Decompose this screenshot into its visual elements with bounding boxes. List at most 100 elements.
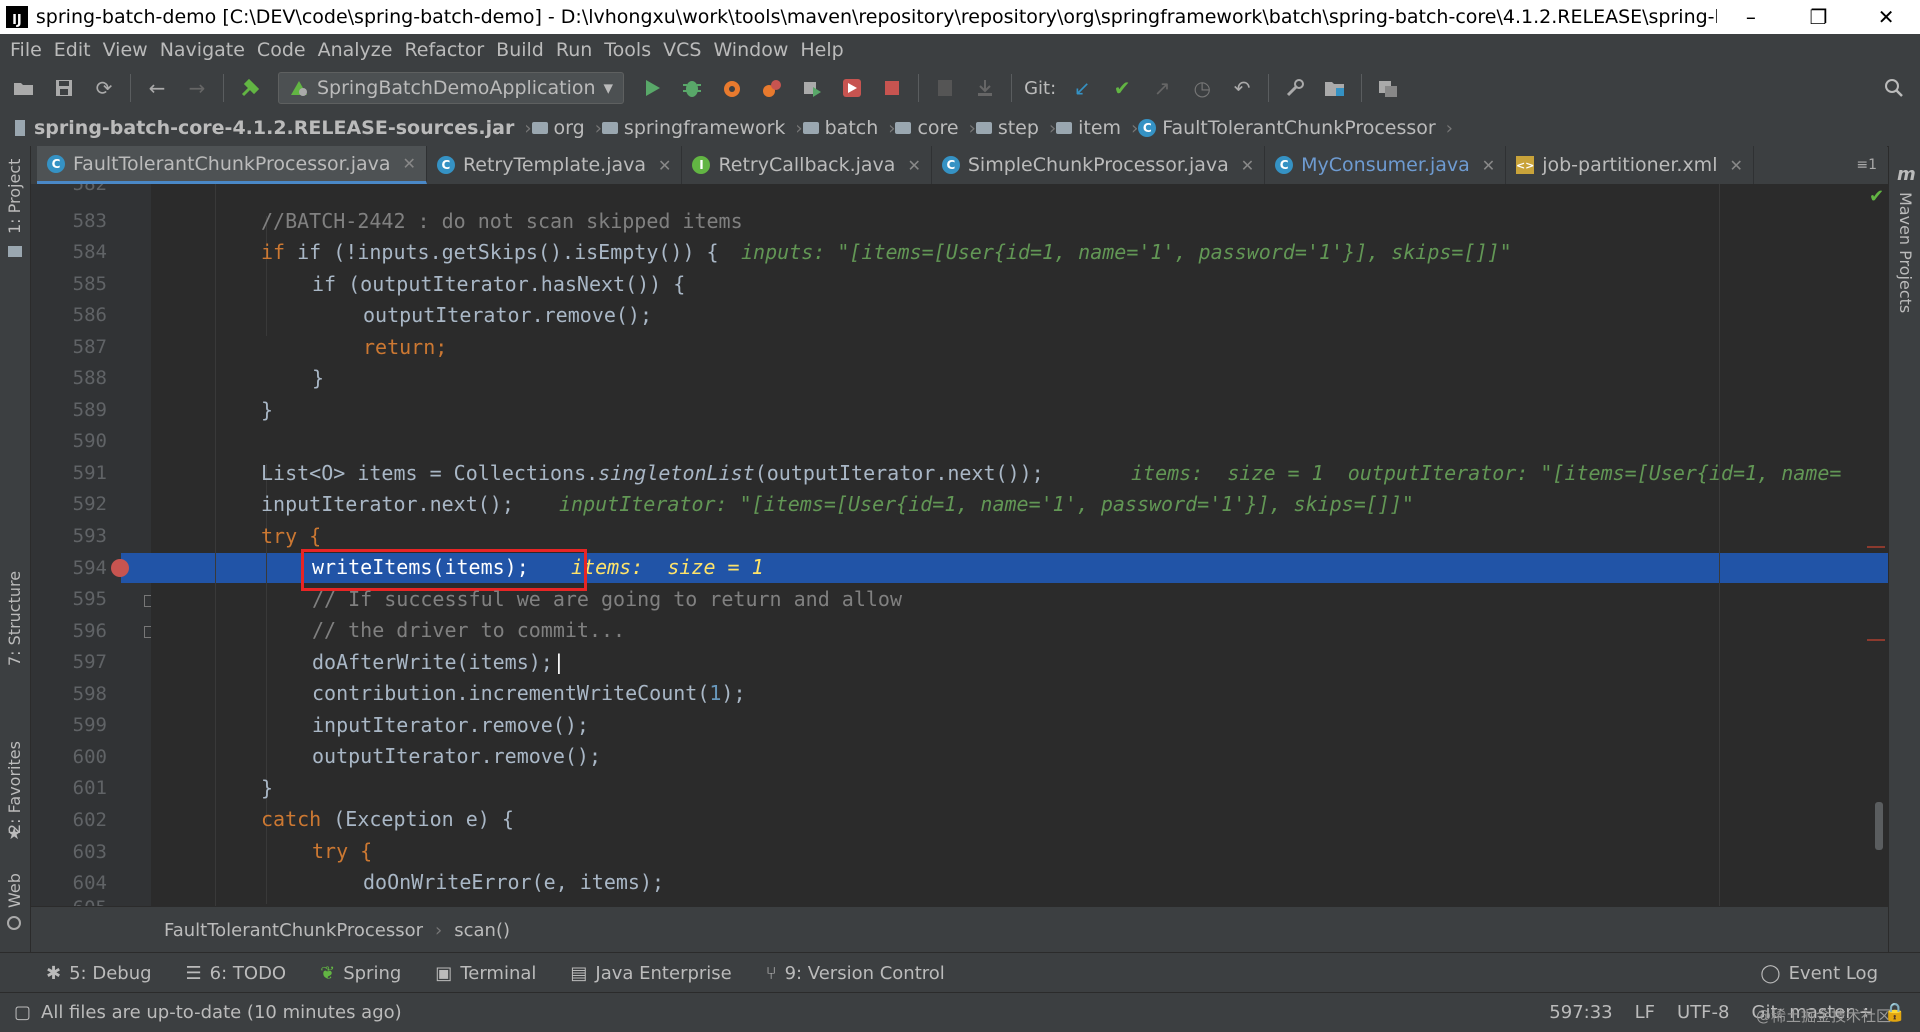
stop-icon[interactable] [876,72,908,104]
close-tab-icon[interactable]: ✕ [1241,156,1254,175]
breadcrumb-core[interactable]: core [895,117,959,139]
menu-vcs[interactable]: VCS [663,39,701,61]
run-configuration-select[interactable]: SpringBatchDemoApplication ▾ [278,72,625,104]
error-stripe-mark[interactable] [1867,639,1885,641]
save-icon[interactable] [48,72,80,104]
intellij-logo-icon: IJ [6,6,28,28]
editor-breadcrumb: FaultTolerantChunkProcessor › scan() [31,906,1888,953]
code-line-598: contribution.incrementWriteCount(1); [312,681,746,705]
star-icon: ★ [7,824,22,843]
forward-arrow-icon[interactable]: → [181,72,213,104]
menu-edit[interactable]: Edit [54,39,91,61]
line-numbers: 582 583 584 585 586 587 588 589 590 591 … [31,184,151,906]
terminal-tool-button[interactable]: ▣ Terminal [435,963,536,984]
line-separator[interactable]: LF [1635,1002,1655,1023]
maximize-button[interactable]: ❐ [1785,5,1853,29]
java-enterprise-tool-button[interactable]: ▤ Java Enterprise [570,963,731,984]
breadcrumb-batch[interactable]: batch [802,117,878,139]
spring-tool-button[interactable]: ❦ Spring [320,963,401,984]
maven-projects-button[interactable]: Maven Projects [1896,192,1915,313]
class-icon: C [47,154,65,173]
version-control-tool-button[interactable]: ⑂ 9: Version Control [766,963,945,984]
fold-marker-icon[interactable] [144,595,151,607]
breadcrumb-item[interactable]: item [1056,117,1121,139]
editor-crumb-class[interactable]: FaultTolerantChunkProcessor [164,920,423,941]
revert-icon[interactable]: ↶ [1226,72,1258,104]
breadcrumb-springframework[interactable]: springframework [601,117,785,139]
code-line-601: } [261,776,274,800]
close-tab-icon[interactable]: ✕ [658,156,671,175]
tab-faulttolerantchunkprocessor[interactable]: C FaultTolerantChunkProcessor.java ✕ [37,146,427,184]
settings-wrench-icon[interactable] [1279,72,1311,104]
step-into-icon[interactable] [969,72,1001,104]
run-icon[interactable] [636,72,668,104]
back-arrow-icon[interactable]: ← [141,72,173,104]
error-stripe-mark[interactable] [1867,546,1885,548]
close-tab-icon[interactable]: ✕ [1729,156,1742,175]
breadcrumb-org[interactable]: org [531,117,585,139]
file-encoding[interactable]: UTF-8 [1677,1002,1729,1023]
history-icon[interactable]: ◷ [1186,72,1218,104]
tabs-overflow-button[interactable]: ≡1 [1856,157,1877,173]
close-tab-icon[interactable]: ✕ [1482,156,1495,175]
tab-retrycallback[interactable]: I RetryCallback.java ✕ [682,146,932,184]
web-tool-button[interactable]: Web [5,873,24,908]
menu-run[interactable]: Run [556,39,592,61]
git-commit-icon[interactable]: ✔ [1106,72,1138,104]
attach-debugger-icon[interactable] [796,72,828,104]
git-push-icon[interactable]: ↗ [1146,72,1178,104]
structure-tool-button[interactable]: 7: Structure [5,571,24,666]
breakpoint-icon[interactable] [111,559,129,577]
editor-crumb-method[interactable]: scan() [454,920,510,941]
vertical-scrollbar[interactable] [1875,802,1883,850]
status-message: All files are up-to-date (10 minutes ago… [41,1002,402,1023]
menu-code[interactable]: Code [257,39,306,61]
project-structure-icon[interactable] [1319,72,1351,104]
menu-help[interactable]: Help [800,39,843,61]
breadcrumb-step[interactable]: step [975,117,1039,139]
menu-window[interactable]: Window [713,39,788,61]
build-hammer-icon[interactable] [234,72,266,104]
close-tab-icon[interactable]: ✕ [907,156,920,175]
search-icon[interactable] [1878,72,1910,104]
tab-simplechunkprocessor[interactable]: C SimpleChunkProcessor.java ✕ [932,146,1266,184]
menu-tools[interactable]: Tools [604,39,651,61]
menu-view[interactable]: View [103,39,148,61]
breadcrumb-jar[interactable]: spring-batch-core-4.1.2.RELEASE-sources.… [12,117,514,139]
menu-refactor[interactable]: Refactor [404,39,484,61]
favorites-tool-button[interactable]: 2: Favorites [5,741,24,834]
breadcrumb-class[interactable]: C FaultTolerantChunkProcessor [1138,117,1436,139]
code-line-588: } [312,366,325,390]
tab-retrytemplate[interactable]: C RetryTemplate.java ✕ [427,146,683,184]
project-folder-icon [8,246,22,257]
rerun-icon[interactable] [836,72,868,104]
tab-job-partitioner[interactable]: <> job-partitioner.xml ✕ [1506,146,1754,184]
close-tab-icon[interactable]: ✕ [403,154,416,173]
folder-icon [802,122,819,134]
close-button[interactable]: ✕ [1852,5,1920,29]
status-window-icon[interactable]: ▢ [14,1002,31,1023]
class-icon: C [941,156,960,174]
menu-file[interactable]: File [10,39,42,61]
caret-position[interactable]: 597:33 [1549,1002,1612,1023]
run-with-coverage-icon[interactable] [716,72,748,104]
minimize-button[interactable]: – [1717,5,1785,29]
debug-icon[interactable] [676,72,708,104]
code-line-604: doOnWriteError(e, items); [363,870,665,894]
event-log-button[interactable]: ◯ Event Log [1760,963,1878,984]
sdk-icon[interactable] [1372,72,1404,104]
debug-tool-button[interactable]: ✱ 5: Debug [46,963,152,984]
git-update-icon[interactable]: ↙ [1066,72,1098,104]
fold-marker-icon[interactable] [144,626,151,638]
sync-icon[interactable]: ⟳ [88,72,120,104]
menu-navigate[interactable]: Navigate [160,39,245,61]
code-line-592: inputIterator.next(); [261,492,514,516]
profile-icon[interactable] [756,72,788,104]
pause-icon[interactable] [929,72,961,104]
menu-build[interactable]: Build [496,39,544,61]
tab-myconsumer[interactable]: C MyConsumer.java ✕ [1265,146,1507,184]
open-folder-icon[interactable] [8,72,40,104]
project-tool-button[interactable]: 1: Project [5,159,24,234]
todo-tool-button[interactable]: ☰ 6: TODO [186,963,287,984]
menu-analyze[interactable]: Analyze [318,39,393,61]
